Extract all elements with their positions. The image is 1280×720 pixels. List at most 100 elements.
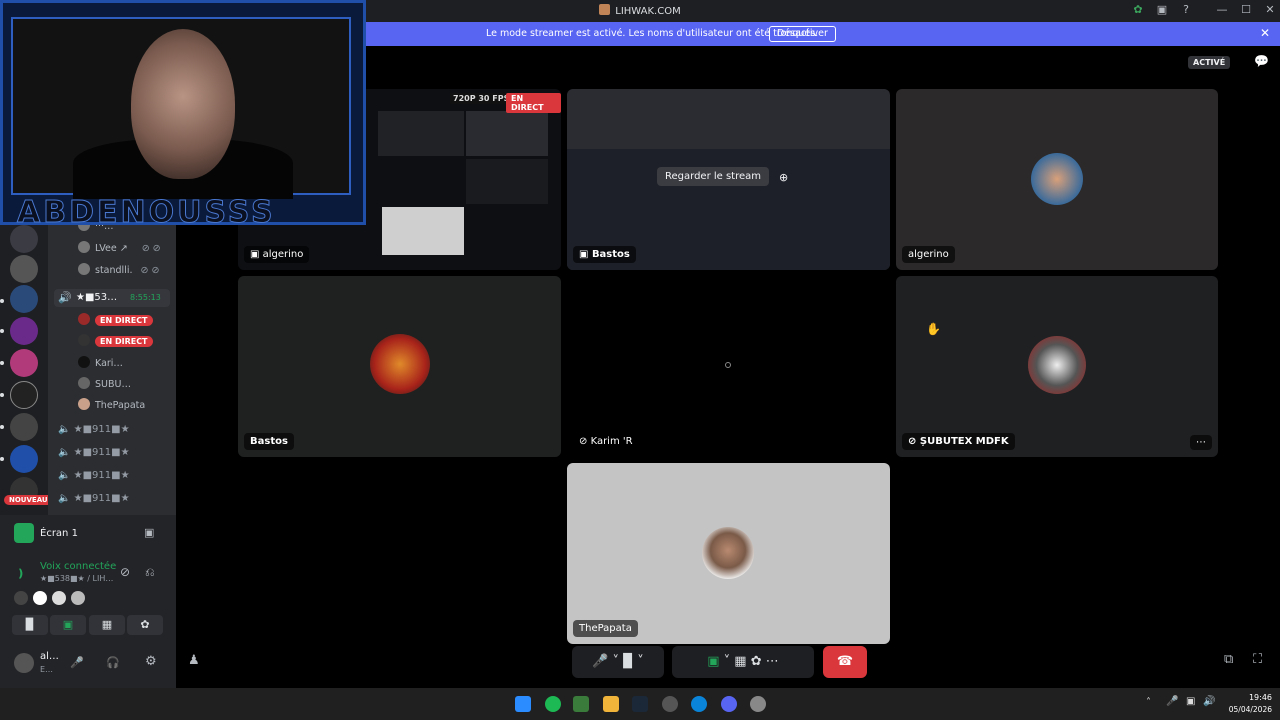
- active-voice-channel[interactable]: 🔊 ★■53… 8:55:13: [54, 289, 170, 307]
- unread-indicator: [0, 329, 4, 333]
- clock-date[interactable]: 05/04/2026: [1222, 705, 1272, 714]
- app-icon[interactable]: [573, 696, 589, 712]
- network-icon[interactable]: ▣: [1186, 696, 1195, 707]
- hang-up-icon: ☎: [836, 654, 854, 669]
- discord-icon[interactable]: [721, 696, 737, 712]
- windows-start-icon[interactable]: [515, 696, 531, 712]
- disable-streamer-mode-button[interactable]: Désactiver: [769, 26, 836, 42]
- more-icon[interactable]: ⋯: [766, 654, 779, 669]
- obs-icon[interactable]: [662, 696, 678, 712]
- fullscreen-icon[interactable]: ⛶: [1253, 652, 1262, 667]
- monitor-icon[interactable]: ▣: [1152, 3, 1172, 16]
- mic-controls[interactable]: 🎤 ˅ ▉ ˅: [572, 646, 664, 678]
- voice-channel[interactable]: 🔈 ★■911■★: [58, 493, 130, 504]
- popout-icon[interactable]: ⧉: [1224, 652, 1233, 667]
- volume-icon[interactable]: 🔊: [1203, 696, 1215, 707]
- voice-status[interactable]: Voix connectée: [40, 561, 116, 572]
- activity-icon[interactable]: ▦: [89, 615, 125, 635]
- avatar[interactable]: [14, 653, 34, 673]
- mic-muted-icon: ⊘: [579, 436, 591, 447]
- headphones-icon[interactable]: 🎧: [106, 656, 120, 669]
- tile-label: algerino: [902, 246, 955, 263]
- mic-tray-icon[interactable]: 🎤: [1166, 696, 1178, 707]
- clock-time[interactable]: 19:46: [1238, 693, 1272, 702]
- avatar[interactable]: [33, 591, 47, 605]
- camera-off-icon[interactable]: ▉: [12, 615, 48, 635]
- voice-member[interactable]: ThePapata: [78, 398, 145, 414]
- mic-icon[interactable]: 🎤: [592, 654, 608, 669]
- user-status: E…: [40, 665, 54, 674]
- username[interactable]: al…: [40, 651, 59, 662]
- server-icon[interactable]: [10, 285, 38, 313]
- close-icon[interactable]: ✕: [1260, 26, 1270, 40]
- mic-icon[interactable]: 🎤: [70, 656, 84, 669]
- participant-tile[interactable]: ThePapata: [567, 463, 890, 644]
- camera-off-icon[interactable]: ▉: [623, 654, 633, 669]
- participant-tile[interactable]: ⊘ Karim 'R: [567, 276, 890, 457]
- speaker-icon: 🔈: [58, 447, 71, 458]
- stream-preview-pane: [466, 159, 548, 204]
- soundboard-icon[interactable]: ✿: [751, 654, 762, 669]
- disconnect-icon[interactable]: ⎌: [145, 565, 155, 580]
- stop-share-icon[interactable]: ▣: [144, 526, 154, 539]
- chat-icon[interactable]: 💬: [1254, 54, 1269, 68]
- unread-indicator: [0, 393, 4, 397]
- avatar[interactable]: [71, 591, 85, 605]
- settings-icon[interactable]: [750, 696, 766, 712]
- server-icon[interactable]: [10, 317, 38, 345]
- server-icon[interactable]: [10, 413, 38, 441]
- avatar: [1031, 153, 1083, 205]
- hang-up-button[interactable]: ☎: [823, 646, 867, 678]
- participant-tile[interactable]: ✋ ⊘ ȘUBUTEX MDFK ⋯: [896, 276, 1218, 457]
- voice-user[interactable]: LVee ↗ ⊘ ⊘: [78, 241, 161, 257]
- leaf-icon[interactable]: ✿: [1128, 3, 1148, 16]
- voice-channel[interactable]: 🔈 ★■911■★: [58, 470, 130, 481]
- minimize-button[interactable]: —: [1212, 3, 1232, 16]
- more-options-button[interactable]: ⋯: [1190, 435, 1212, 450]
- activity-controls[interactable]: ▣ ˅ ▦ ✿ ⋯: [672, 646, 814, 678]
- live-user[interactable]: EN DIRECT: [78, 313, 153, 329]
- avatar[interactable]: [52, 591, 66, 605]
- edge-icon[interactable]: [691, 696, 707, 712]
- add-user-icon[interactable]: ♟: [188, 653, 200, 668]
- activity-icon[interactable]: ▦: [734, 654, 746, 669]
- participant-tile[interactable]: Bastos: [238, 276, 561, 457]
- stream-tile[interactable]: Regarder le stream ⊕ ▣ Bastos: [567, 89, 890, 270]
- tile-label-text: ȘUBUTEX MDFK: [919, 436, 1009, 447]
- help-icon[interactable]: ?: [1176, 3, 1196, 16]
- voice-channel[interactable]: 🔈 ★■911■★: [58, 447, 130, 458]
- soundboard-icon[interactable]: ✿: [127, 615, 163, 635]
- channel-timer: 8:55:13: [130, 293, 161, 302]
- speaker-icon: 🔈: [58, 470, 71, 481]
- maximize-button[interactable]: ☐: [1236, 3, 1256, 16]
- steam-icon[interactable]: [632, 696, 648, 712]
- channel-name: ★■911■★: [73, 493, 130, 504]
- tile-label: ▣ Bastos: [573, 246, 636, 263]
- screen-share-icon[interactable]: ▣: [50, 615, 86, 635]
- live-user[interactable]: EN DIRECT: [78, 334, 153, 350]
- close-window-button[interactable]: ✕: [1260, 3, 1280, 16]
- server-icon[interactable]: [10, 381, 38, 409]
- spotify-icon[interactable]: [545, 696, 561, 712]
- watch-stream-button[interactable]: Regarder le stream: [657, 167, 770, 186]
- server-list: NOUVEAU: [0, 205, 53, 515]
- voice-member[interactable]: SUBU…: [78, 377, 131, 393]
- voice-channel[interactable]: 🔈 ★■911■★: [58, 424, 130, 435]
- participant-tile[interactable]: algerino: [896, 89, 1218, 270]
- voice-member[interactable]: Kari…: [78, 356, 123, 372]
- voice-user[interactable]: standlli. ⊘ ⊘: [78, 263, 159, 279]
- avatar: [78, 398, 90, 410]
- screen-share-icon[interactable]: ▣: [707, 654, 719, 669]
- server-icon[interactable]: [10, 349, 38, 377]
- server-icon[interactable]: [10, 445, 38, 473]
- gear-icon[interactable]: ⚙: [145, 654, 157, 669]
- server-icon[interactable]: [10, 255, 38, 283]
- live-badge: EN DIRECT: [95, 315, 153, 326]
- voice-channel-path[interactable]: ★■538■★ / LIH…: [40, 574, 113, 583]
- channel-name: ★■911■★: [73, 470, 130, 481]
- add-icon[interactable]: ⊕: [779, 171, 788, 184]
- avatar[interactable]: [14, 591, 28, 605]
- folder-icon[interactable]: [603, 696, 619, 712]
- chevron-up-icon[interactable]: ˄: [1146, 697, 1151, 708]
- noise-suppression-icon[interactable]: ⊘: [120, 565, 130, 579]
